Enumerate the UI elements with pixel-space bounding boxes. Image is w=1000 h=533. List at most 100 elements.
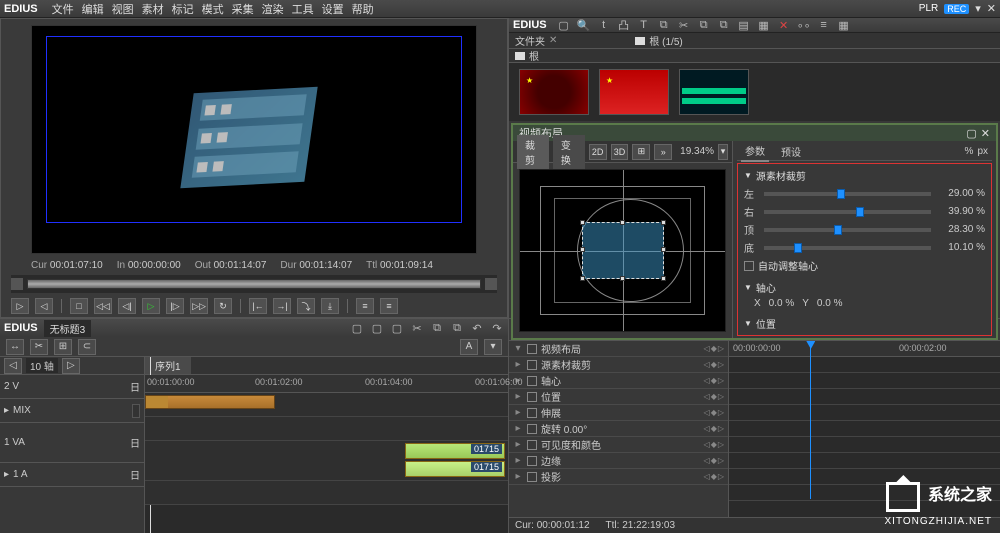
layout-selection[interactable] bbox=[582, 222, 664, 280]
track-v1[interactable]: 1 VA日 bbox=[0, 423, 144, 463]
menu-edit[interactable]: 编辑 bbox=[82, 1, 104, 17]
bin-clip-1[interactable]: ★ bbox=[519, 69, 589, 115]
menu-mark[interactable]: 标记 bbox=[172, 1, 194, 17]
paste-icon[interactable]: ⧉ bbox=[717, 18, 731, 32]
kf-row[interactable]: ▸旋转 0.00°◁◆▷ bbox=[509, 421, 728, 437]
kf-ruler[interactable]: 00:00:00:00 00:00:02:00 bbox=[729, 341, 1000, 357]
lane-v1[interactable]: 01715 01715 bbox=[145, 441, 508, 481]
folder-icon[interactable]: ▢ bbox=[557, 18, 571, 32]
menu-tools[interactable]: 工具 bbox=[292, 1, 314, 17]
menu-render[interactable]: 渲染 bbox=[262, 1, 284, 17]
rewind-button[interactable]: ◁◁ bbox=[94, 298, 112, 314]
menu-settings[interactable]: 设置 bbox=[322, 1, 344, 17]
preview-monitor[interactable] bbox=[31, 25, 477, 254]
set-out-button[interactable]: ◁ bbox=[35, 298, 53, 314]
slider-right[interactable]: 右39.90 % bbox=[744, 204, 985, 219]
mode-plr[interactable]: PLR bbox=[919, 3, 938, 14]
menu-help[interactable]: 帮助 bbox=[352, 1, 374, 17]
btn-3d[interactable]: 3D bbox=[611, 144, 629, 160]
tool-select[interactable]: ↔ bbox=[6, 339, 24, 355]
tab-params[interactable]: 参数 bbox=[741, 141, 769, 162]
sequence-tab[interactable]: 序列1 bbox=[145, 357, 191, 374]
kf-row[interactable]: ▸边缘◁◆▷ bbox=[509, 453, 728, 469]
tool-a[interactable]: A bbox=[460, 339, 478, 355]
slider-left[interactable]: 左29.00 % bbox=[744, 186, 985, 201]
tab-crop[interactable]: 裁剪 bbox=[517, 135, 549, 169]
slider-bottom[interactable]: 底10.10 % bbox=[744, 240, 985, 255]
scissors-icon[interactable]: ✂ bbox=[677, 18, 691, 32]
tl-new-icon[interactable]: ▢ bbox=[350, 321, 364, 335]
bin-clip-3[interactable] bbox=[679, 69, 749, 115]
search-icon[interactable]: 🔍 bbox=[577, 18, 591, 32]
view-icon[interactable]: ▦ bbox=[757, 18, 771, 32]
zoom-select[interactable]: 10 轴 bbox=[26, 358, 58, 373]
btn-grid-icon[interactable]: ⊞ bbox=[632, 144, 650, 160]
tl-save-icon[interactable]: ▢ bbox=[390, 321, 404, 335]
project-title[interactable]: 无标题3 bbox=[44, 320, 92, 337]
audio-clip-2[interactable]: 01715 bbox=[405, 461, 505, 477]
unit-px[interactable]: px bbox=[977, 146, 988, 157]
scrub-start-icon[interactable] bbox=[11, 278, 23, 290]
tool-slip[interactable]: ⊞ bbox=[54, 339, 72, 355]
kf-row[interactable]: ▸位置◁◆▷ bbox=[509, 389, 728, 405]
scrub-bar[interactable] bbox=[11, 275, 497, 293]
kf-row[interactable]: ▸可见度和颜色◁◆▷ bbox=[509, 437, 728, 453]
kf-row[interactable]: ▸投影◁◆▷ bbox=[509, 469, 728, 485]
dialog-titlebar[interactable]: 视频布局 ▢ ✕ bbox=[513, 125, 996, 141]
prev-frame-button[interactable]: ◁| bbox=[118, 298, 136, 314]
tl-redo-icon[interactable]: ↷ bbox=[490, 321, 504, 335]
sort-icon[interactable]: ∘∘ bbox=[797, 18, 811, 32]
menu-mode[interactable]: 模式 bbox=[202, 1, 224, 17]
next-frame-button[interactable]: |▷ bbox=[166, 298, 184, 314]
menu-view[interactable]: 视图 bbox=[112, 1, 134, 17]
zoom-value[interactable]: 19.34% bbox=[680, 146, 714, 157]
zoom-out-icon[interactable]: ◁ bbox=[4, 358, 22, 374]
btn-2d[interactable]: 2D bbox=[589, 144, 607, 160]
folder-tab[interactable]: 文件夹✕ bbox=[515, 35, 557, 46]
link-icon[interactable]: ⧉ bbox=[657, 18, 671, 32]
lane-v2[interactable] bbox=[145, 393, 508, 417]
menu-capture[interactable]: 采集 bbox=[232, 1, 254, 17]
tab-preset[interactable]: 预设 bbox=[777, 142, 805, 161]
bin-clip-2[interactable]: ★ bbox=[599, 69, 669, 115]
track-mix[interactable]: ▸MIX bbox=[0, 399, 144, 423]
tl-copy-icon[interactable]: ⧉ bbox=[430, 321, 444, 335]
timeline-ruler[interactable]: 00:01:00:00 00:01:02:00 00:01:04:00 00:0… bbox=[145, 375, 508, 393]
copy-icon[interactable]: ⧉ bbox=[697, 18, 711, 32]
grid-icon[interactable]: ▦ bbox=[837, 18, 851, 32]
kf-checkbox[interactable] bbox=[527, 344, 537, 354]
auto-pivot-checkbox[interactable] bbox=[744, 261, 754, 271]
slider-top[interactable]: 顶28.30 % bbox=[744, 222, 985, 237]
dialog-close-icon[interactable]: ✕ bbox=[981, 127, 990, 140]
tool-razor[interactable]: ✂ bbox=[30, 339, 48, 355]
lane-mix[interactable] bbox=[145, 417, 508, 441]
collapse-icon[interactable]: ▼ bbox=[744, 283, 752, 292]
fast-forward-button[interactable]: ▷▷ bbox=[190, 298, 208, 314]
extra-2-button[interactable]: ≡ bbox=[380, 298, 398, 314]
layout-canvas[interactable] bbox=[519, 169, 726, 332]
menu-clip[interactable]: 素材 bbox=[142, 1, 164, 17]
collapse-icon[interactable]: ▼ bbox=[744, 171, 752, 180]
list-icon[interactable]: ≡ bbox=[817, 18, 831, 32]
scrub-end-icon[interactable] bbox=[485, 278, 497, 290]
bin-tree[interactable]: 根 bbox=[509, 49, 1000, 63]
dialog-maximize-icon[interactable]: ▢ bbox=[966, 127, 976, 140]
pivot-y[interactable]: 0.0 % bbox=[817, 298, 843, 309]
tool-b[interactable]: ▾ bbox=[484, 339, 502, 355]
kf-row[interactable]: ▸轴心◁◆▷ bbox=[509, 373, 728, 389]
text-icon[interactable]: T bbox=[637, 18, 651, 32]
goto-out-button[interactable]: →| bbox=[273, 298, 291, 314]
tab-transform[interactable]: 变换 bbox=[553, 135, 585, 169]
delete-icon[interactable]: ✕ bbox=[777, 18, 791, 32]
root-folder[interactable]: 根 bbox=[529, 48, 539, 63]
track-v2[interactable]: 2 V日 bbox=[0, 375, 144, 399]
zoom-in-icon[interactable]: ▷ bbox=[62, 358, 80, 374]
tl-undo-icon[interactable]: ↶ bbox=[470, 321, 484, 335]
play-button[interactable]: ▷ bbox=[142, 298, 160, 314]
mode-rec[interactable]: REC bbox=[944, 4, 969, 14]
pivot-x[interactable]: 0.0 % bbox=[769, 298, 795, 309]
unit-pct[interactable]: % bbox=[965, 146, 974, 157]
collapse-icon[interactable]: ▼ bbox=[744, 319, 752, 328]
audio-clip-1[interactable]: 01715 bbox=[405, 443, 505, 459]
tool-icon[interactable]: t bbox=[597, 18, 611, 32]
